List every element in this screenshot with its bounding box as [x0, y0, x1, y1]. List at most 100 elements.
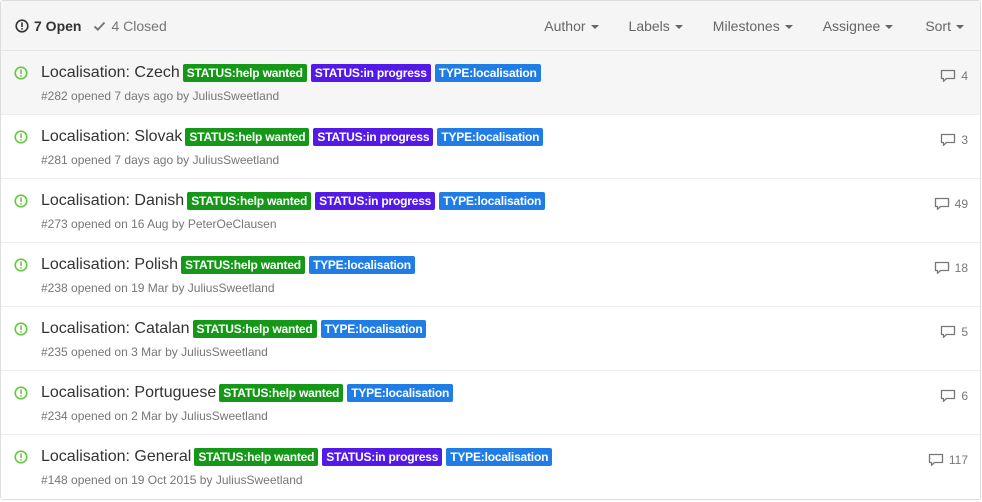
label-help[interactable]: STATUS:help wanted [192, 320, 317, 338]
label-progress[interactable]: STATUS:in progress [322, 448, 443, 466]
comment-icon [941, 325, 956, 338]
issue-opened-icon [14, 258, 28, 272]
comments-link[interactable]: 5 [940, 325, 968, 339]
label-local[interactable]: TYPE:localisation [434, 64, 541, 82]
issue-row[interactable]: Localisation: Slovak STATUS:help wanted ST… [1, 115, 980, 179]
issue-opened-icon [14, 450, 28, 464]
issue-meta-text: #238 opened on 19 Mar by [41, 281, 185, 295]
issues-list-box: 7 Open 4 Closed Author Labels Milestones… [0, 0, 981, 500]
issue-row[interactable]: Localisation: Danish STATUS:help wanted ST… [1, 179, 980, 243]
issues-list-header: 7 Open 4 Closed Author Labels Milestones… [1, 1, 980, 51]
comment-count: 49 [954, 197, 968, 211]
label-progress[interactable]: STATUS:in progress [313, 128, 434, 146]
comments-link[interactable]: 18 [934, 261, 968, 275]
issue-opened-icon [14, 66, 28, 80]
comment-icon [941, 133, 956, 146]
issue-title-link[interactable]: Localisation: Catalan [41, 320, 190, 338]
issue-title-link[interactable]: Localisation: Slovak [41, 128, 182, 146]
comment-count: 117 [948, 453, 968, 467]
assignee-filter[interactable]: Assignee [823, 18, 894, 34]
label-help[interactable]: STATUS:help wanted [187, 192, 312, 210]
label-local[interactable]: TYPE:localisation [439, 192, 546, 210]
caret-down-icon [956, 25, 964, 29]
comments-link[interactable]: 49 [934, 197, 968, 211]
comment-count: 18 [954, 261, 968, 275]
issue-author-link[interactable]: JuliusSweetland [181, 345, 268, 359]
label-help[interactable]: STATUS:help wanted [182, 64, 307, 82]
issue-title-link[interactable]: Localisation: Czech [41, 64, 180, 82]
issue-opened-icon [14, 386, 28, 400]
issue-title-line: Localisation: Czech STATUS:help wanted STA… [41, 64, 541, 82]
caret-down-icon [590, 25, 599, 29]
issue-meta: #148 opened on 19 Oct 2015 by JuliusSwee… [41, 473, 303, 487]
comment-count: 6 [961, 389, 968, 403]
issue-title-line: Localisation: Portuguese STATUS:help want… [41, 384, 454, 402]
issue-title-line: Localisation: Catalan STATUS:help wanted T… [41, 320, 427, 338]
issue-author-link[interactable]: JuliusSweetland [192, 89, 279, 103]
comments-link[interactable]: 117 [928, 453, 968, 467]
issue-title-line: Localisation: Slovak STATUS:help wanted ST… [41, 128, 544, 146]
milestones-filter[interactable]: Milestones [713, 18, 793, 34]
issue-title-line: Localisation: Polish STATUS:help wanted TY… [41, 256, 415, 274]
issue-row[interactable]: Localisation: General STATUS:help wanted S… [1, 435, 980, 499]
label-local[interactable]: TYPE:localisation [437, 128, 544, 146]
label-local[interactable]: TYPE:localisation [347, 384, 454, 402]
issue-opened-icon [14, 130, 28, 144]
caret-down-icon [885, 25, 894, 29]
issue-row[interactable]: Localisation: Czech STATUS:help wanted STA… [1, 51, 980, 115]
issue-meta: #282 opened 7 days ago by JuliusSweetlan… [41, 89, 279, 103]
label-progress[interactable]: STATUS:in progress [315, 192, 436, 210]
labels-filter[interactable]: Labels [629, 18, 683, 34]
issue-title-link[interactable]: Localisation: Portuguese [41, 384, 216, 402]
label-progress[interactable]: STATUS:in progress [310, 64, 431, 82]
closed-count-label: 4 Closed [111, 17, 167, 34]
label-help[interactable]: STATUS:help wanted [180, 256, 305, 274]
issue-opened-icon [15, 18, 29, 33]
issue-meta-text: #235 opened on 3 Mar by [41, 345, 178, 359]
sort-filter[interactable]: Sort [925, 18, 964, 34]
issue-meta-text: #282 opened 7 days ago by [41, 89, 190, 103]
comments-link[interactable]: 4 [940, 69, 968, 83]
comment-count: 4 [961, 69, 968, 83]
comment-count: 3 [961, 133, 968, 147]
author-filter[interactable]: Author [544, 18, 599, 34]
caret-down-icon [784, 25, 793, 29]
comment-icon [941, 69, 956, 82]
label-help[interactable]: STATUS:help wanted [194, 448, 319, 466]
issue-title-line: Localisation: General STATUS:help wanted S… [41, 448, 553, 466]
issue-row[interactable]: Localisation: Catalan STATUS:help wanted T… [1, 307, 980, 371]
issue-row[interactable]: Localisation: Polish STATUS:help wanted TY… [1, 243, 980, 307]
issue-meta: #273 opened on 16 Aug by PeterOeClausen [41, 217, 277, 231]
comment-icon [928, 453, 944, 466]
issue-meta: #238 opened on 19 Mar by JuliusSweetland [41, 281, 275, 295]
label-local[interactable]: TYPE:localisation [308, 256, 415, 274]
open-count-label: 7 Open [34, 17, 82, 34]
issue-row[interactable]: Localisation: Portuguese STATUS:help want… [1, 371, 980, 435]
label-help[interactable]: STATUS:help wanted [219, 384, 344, 402]
issue-author-link[interactable]: PeterOeClausen [188, 217, 277, 231]
issue-opened-icon [14, 194, 28, 208]
issue-title-link[interactable]: Localisation: Polish [41, 256, 178, 274]
label-help[interactable]: STATUS:help wanted [185, 128, 310, 146]
issue-title-link[interactable]: Localisation: Danish [41, 192, 184, 210]
closed-issues-filter[interactable]: 4 Closed [93, 17, 167, 34]
label-local[interactable]: TYPE:localisation [446, 448, 553, 466]
issue-meta: #235 opened on 3 Mar by JuliusSweetland [41, 345, 268, 359]
label-local[interactable]: TYPE:localisation [320, 320, 427, 338]
filter-bar: Author Labels Milestones Assignee Sort [544, 1, 964, 51]
issue-meta: #281 opened 7 days ago by JuliusSweetlan… [41, 153, 279, 167]
issue-title-line: Localisation: Danish STATUS:help wanted ST… [41, 192, 546, 210]
issue-title-link[interactable]: Localisation: General [41, 448, 191, 466]
issue-meta: #234 opened on 2 Mar by JuliusSweetland [41, 409, 268, 423]
comments-link[interactable]: 3 [940, 133, 968, 147]
open-issues-filter[interactable]: 7 Open [15, 18, 81, 34]
issue-meta-text: #281 opened 7 days ago by [41, 153, 190, 167]
issue-meta-text: #273 opened on 16 Aug by [41, 217, 185, 231]
comment-icon [941, 389, 956, 402]
issue-author-link[interactable]: JuliusSweetland [192, 153, 279, 167]
issue-author-link[interactable]: JuliusSweetland [188, 281, 275, 295]
comments-link[interactable]: 6 [940, 389, 968, 403]
check-icon [94, 21, 106, 31]
issue-author-link[interactable]: JuliusSweetland [181, 409, 268, 423]
issue-author-link[interactable]: JuliusSweetland [216, 473, 303, 487]
